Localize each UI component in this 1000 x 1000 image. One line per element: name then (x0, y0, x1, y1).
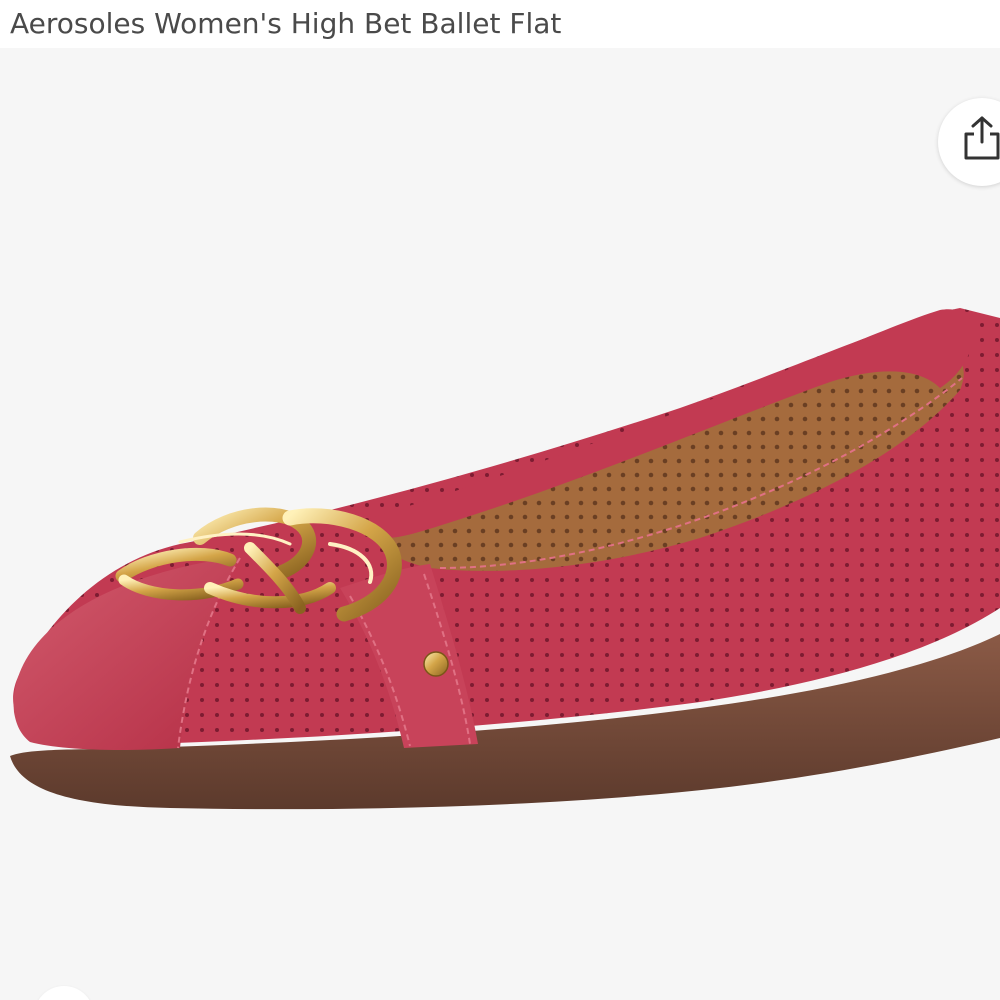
product-image-area[interactable] (0, 48, 1000, 1000)
product-title-bar: Aerosoles Women's High Bet Ballet Flat (0, 0, 1000, 48)
share-icon (964, 116, 1000, 160)
product-image[interactable] (0, 48, 1000, 1000)
product-title: Aerosoles Women's High Bet Ballet Flat (10, 7, 562, 40)
rivet-stud (423, 651, 449, 677)
